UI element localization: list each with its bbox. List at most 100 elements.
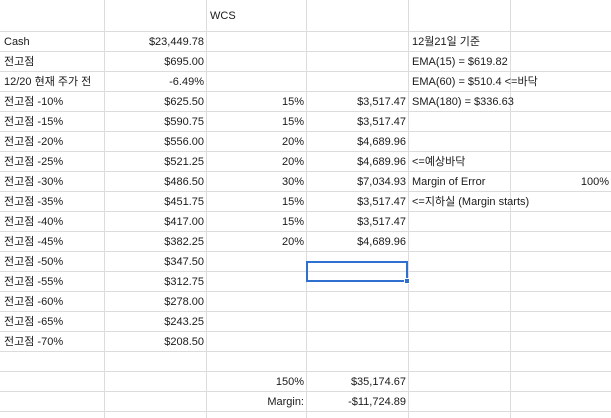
cell-f-9[interactable] <box>510 192 611 212</box>
cell-a-1[interactable]: Cash <box>0 32 104 52</box>
cell-a-7[interactable]: 전고점 -25% <box>0 152 104 172</box>
cell-b-3[interactable]: -6.49% <box>104 72 206 92</box>
selected-cell[interactable] <box>306 261 408 282</box>
sheet-title-cell[interactable]: WCS <box>206 6 306 26</box>
cell-b-9[interactable]: $451.75 <box>104 192 206 212</box>
cell-b-15[interactable]: $243.25 <box>104 312 206 332</box>
cell-b-8[interactable]: $486.50 <box>104 172 206 192</box>
cell-e-5[interactable] <box>408 112 510 132</box>
cell-e-13[interactable] <box>408 272 510 292</box>
cell-c-6[interactable]: 20% <box>206 132 306 152</box>
cell-e-15[interactable] <box>408 312 510 332</box>
cell-a-17[interactable] <box>0 352 104 372</box>
cell-d-10[interactable]: $3,517.47 <box>306 212 408 232</box>
cell-a-18[interactable] <box>0 372 104 392</box>
cell-a-3[interactable]: 12/20 현재 주가 전 <box>0 72 104 92</box>
cell-b-18[interactable] <box>104 372 206 392</box>
cell-a-11[interactable]: 전고점 -45% <box>0 232 104 252</box>
cell-b-1[interactable]: $23,449.78 <box>104 32 206 52</box>
cell-a-13[interactable]: 전고점 -55% <box>0 272 104 292</box>
cell-f-18[interactable] <box>510 372 611 392</box>
cell-e-1[interactable]: 12월21일 기준 <box>408 32 510 52</box>
cell-f-8[interactable]: 100% <box>510 172 611 192</box>
cell-f-6[interactable] <box>510 132 611 152</box>
cell-c-2[interactable] <box>206 52 306 72</box>
cell-d-1[interactable] <box>306 32 408 52</box>
spreadsheet-grid[interactable]: WCS Cash $23,449.78 12월21일 기준전고점 $695.00 EMA(… <box>0 0 611 418</box>
cell-e-3[interactable]: EMA(60) = $510.4 <=바닥 <box>408 72 538 92</box>
cell-d-15[interactable] <box>306 312 408 332</box>
cell-b-19[interactable] <box>104 392 206 412</box>
cell-b-6[interactable]: $556.00 <box>104 132 206 152</box>
cell-e-14[interactable] <box>408 292 510 312</box>
cell-f-15[interactable] <box>510 312 611 332</box>
cell-f-1[interactable] <box>510 32 611 52</box>
cell-f-13[interactable] <box>510 272 611 292</box>
cell-c-11[interactable]: 20% <box>206 232 306 252</box>
cell-f-16[interactable] <box>510 332 611 352</box>
cell-e-19[interactable] <box>408 392 510 412</box>
cell-a-8[interactable]: 전고점 -30% <box>0 172 104 192</box>
cell-e-18[interactable] <box>408 372 510 392</box>
cell-d-4[interactable]: $3,517.47 <box>306 92 408 112</box>
cell-c-7[interactable]: 20% <box>206 152 306 172</box>
cell-d-9[interactable]: $3,517.47 <box>306 192 408 212</box>
cell-c-5[interactable]: 15% <box>206 112 306 132</box>
cell-d-19[interactable]: -$11,724.89 <box>306 392 408 412</box>
cell-a-6[interactable]: 전고점 -20% <box>0 132 104 152</box>
cell-c-19[interactable]: Margin: <box>206 392 306 412</box>
cell-e-11[interactable] <box>408 232 510 252</box>
cell-a-16[interactable]: 전고점 -70% <box>0 332 104 352</box>
cell-b-10[interactable]: $417.00 <box>104 212 206 232</box>
cell-f-14[interactable] <box>510 292 611 312</box>
cell-c-16[interactable] <box>206 332 306 352</box>
cell-a-4[interactable]: 전고점 -10% <box>0 92 104 112</box>
cell-c-10[interactable]: 15% <box>206 212 306 232</box>
cell-a-9[interactable]: 전고점 -35% <box>0 192 104 212</box>
cell-f-5[interactable] <box>510 112 611 132</box>
cell-e-16[interactable] <box>408 332 510 352</box>
cell-d-16[interactable] <box>306 332 408 352</box>
cell-e-2[interactable]: EMA(15) = $619.82 <box>408 52 510 72</box>
cell-a-5[interactable]: 전고점 -15% <box>0 112 104 132</box>
cell-b-2[interactable]: $695.00 <box>104 52 206 72</box>
cell-c-18[interactable]: 150% <box>206 372 306 392</box>
cell-f-10[interactable] <box>510 212 611 232</box>
cell-a-14[interactable]: 전고점 -60% <box>0 292 104 312</box>
cell-b-16[interactable]: $208.50 <box>104 332 206 352</box>
cell-b-7[interactable]: $521.25 <box>104 152 206 172</box>
cell-e-4[interactable]: SMA(180) = $336.63 <box>408 92 514 112</box>
cell-f-17[interactable] <box>510 352 611 372</box>
cell-b-12[interactable]: $347.50 <box>104 252 206 272</box>
cell-d-8[interactable]: $7,034.93 <box>306 172 408 192</box>
cell-f-7[interactable] <box>510 152 611 172</box>
cell-e-8[interactable]: Margin of Error <box>408 172 510 192</box>
cell-d-17[interactable] <box>306 352 408 372</box>
cell-f-19[interactable] <box>510 392 611 412</box>
cell-d-11[interactable]: $4,689.96 <box>306 232 408 252</box>
cell-f-12[interactable] <box>510 252 611 272</box>
fill-handle[interactable] <box>404 278 410 284</box>
cell-c-17[interactable] <box>206 352 306 372</box>
cell-d-7[interactable]: $4,689.96 <box>306 152 408 172</box>
cell-f-2[interactable] <box>510 52 611 72</box>
cell-d-2[interactable] <box>306 52 408 72</box>
cell-c-13[interactable] <box>206 272 306 292</box>
cell-b-11[interactable]: $382.25 <box>104 232 206 252</box>
cell-c-3[interactable] <box>206 72 306 92</box>
cell-e-10[interactable] <box>408 212 510 232</box>
cell-f-4[interactable] <box>510 92 611 112</box>
cell-b-4[interactable]: $625.50 <box>104 92 206 112</box>
cell-c-1[interactable] <box>206 32 306 52</box>
cell-b-5[interactable]: $590.75 <box>104 112 206 132</box>
cell-d-3[interactable] <box>306 72 408 92</box>
cell-f-3[interactable] <box>510 72 611 92</box>
cell-b-13[interactable]: $312.75 <box>104 272 206 292</box>
cell-a-10[interactable]: 전고점 -40% <box>0 212 104 232</box>
cell-d-5[interactable]: $3,517.47 <box>306 112 408 132</box>
cell-d-14[interactable] <box>306 292 408 312</box>
cell-a-2[interactable]: 전고점 <box>0 52 104 72</box>
cell-e-7[interactable]: <=예상바닥 <box>408 152 510 172</box>
cell-c-9[interactable]: 15% <box>206 192 306 212</box>
cell-d-18[interactable]: $35,174.67 <box>306 372 408 392</box>
